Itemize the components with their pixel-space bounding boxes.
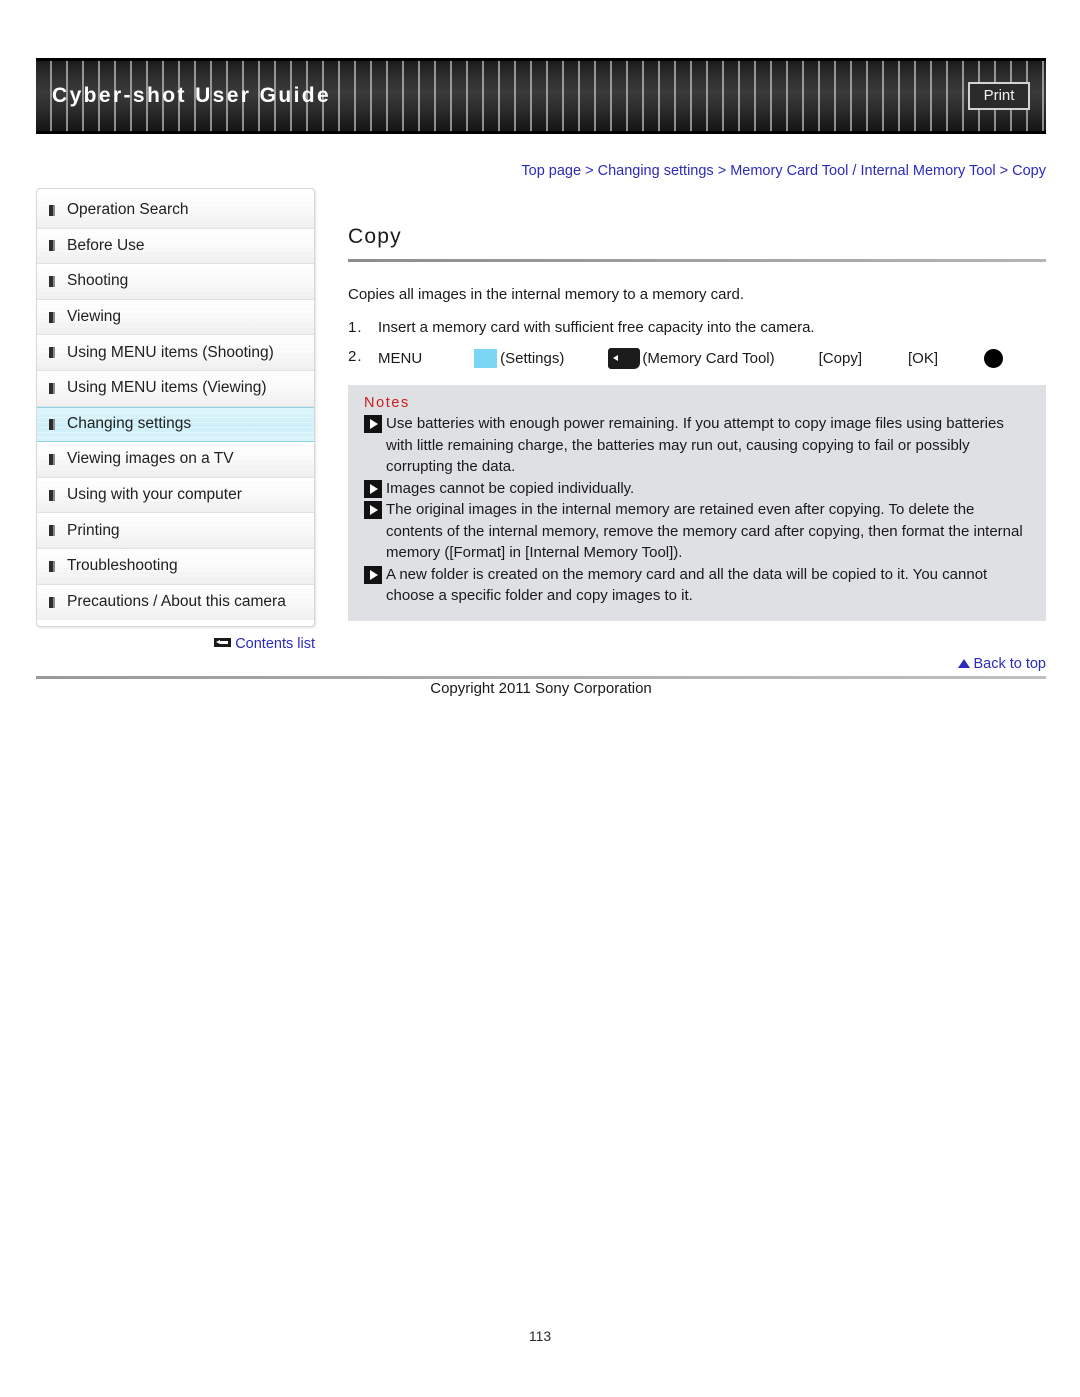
footer-divider (36, 676, 1046, 679)
contents-list-link[interactable]: Contents list (36, 636, 315, 652)
note-text: Images cannot be copied individually. (386, 479, 635, 497)
sidebar-item-label: Viewing (67, 308, 122, 326)
breadcrumb: Top page > Changing settings > Memory Ca… (36, 163, 1046, 179)
play-triangle-icon (364, 501, 382, 519)
sidebar-item-label: Using with your computer (67, 486, 242, 504)
sidebar-item-label: Viewing images on a TV (67, 450, 234, 468)
settings-square-icon (474, 349, 498, 368)
sidebar-item-changing-settings[interactable]: Changing settings (37, 406, 314, 443)
breadcrumb-separator: > (717, 163, 727, 179)
bullet-icon (49, 204, 55, 216)
sidebar-item-using-menu-items-shooting[interactable]: Using MENU items (Shooting) (37, 335, 314, 371)
play-triangle-icon (364, 479, 382, 498)
menu-path-row: MENU (Settings) (Memory Card Tool) [Copy… (378, 348, 1004, 369)
step-1: 1. Insert a memory card with sufficient … (348, 319, 1046, 336)
sidebar-item-using-with-your-computer[interactable]: Using with your computer (37, 477, 314, 514)
note-text: A new folder is created on the memory ca… (386, 565, 988, 605)
note-item: Images cannot be copied individually. (364, 478, 1032, 500)
note-text: The original images in the internal memo… (386, 501, 1023, 561)
sidebar-item-viewing-images-on-a-tv[interactable]: Viewing images on a TV (37, 442, 314, 478)
page-number: 113 (528, 1328, 552, 1344)
main-content: Copy Copies all images in the internal m… (348, 225, 1046, 621)
step-text: Insert a memory card with sufficient fre… (378, 319, 815, 336)
sidebar-item-precautions-about-this-camera[interactable]: Precautions / About this camera (37, 584, 314, 621)
sidebar-item-label: Operation Search (67, 201, 189, 219)
breadcrumb-item-3: Copy (1012, 163, 1046, 179)
sidebar-item-label: Using MENU items (Viewing) (67, 379, 267, 397)
breadcrumb-item-2[interactable]: Memory Card Tool / Internal Memory Tool (730, 163, 995, 179)
black-circle-icon (984, 349, 1004, 368)
note-item: A new folder is created on the memory ca… (364, 564, 1032, 607)
breadcrumb-item-1[interactable]: Changing settings (598, 163, 714, 179)
settings-label: (Settings) (500, 350, 565, 367)
sidebar-item-label: Before Use (67, 236, 145, 254)
copy-menu-label: [Copy] (818, 350, 862, 367)
page-title: Copy (348, 225, 402, 248)
print-button[interactable]: Print (968, 82, 1030, 110)
sidebar-item-label: Changing settings (67, 415, 192, 433)
up-triangle-icon (958, 659, 971, 668)
play-triangle-icon (364, 565, 382, 584)
memory-card-icon (608, 348, 641, 369)
bullet-icon (49, 275, 55, 287)
memory-card-tool-label: (Memory Card Tool) (642, 350, 775, 367)
app-title: Cyber-shot User Guide (52, 84, 332, 107)
sidebar-item-using-menu-items-viewing[interactable]: Using MENU items (Viewing) (37, 370, 314, 407)
sidebar-item-label: Using MENU items (Shooting) (67, 343, 274, 361)
header-banner: Cyber-shot User Guide Print (36, 58, 1046, 134)
sidebar-item-viewing[interactable]: Viewing (37, 299, 314, 336)
sidebar-item-shooting[interactable]: Shooting (37, 264, 314, 300)
breadcrumb-item-0[interactable]: Top page (521, 163, 581, 179)
note-text: Use batteries with enough power remainin… (386, 415, 1004, 475)
sidebar-item-troubleshooting[interactable]: Troubleshooting (37, 548, 314, 585)
note-item: The original images in the internal memo… (364, 499, 1032, 564)
breadcrumb-separator: > (585, 163, 594, 179)
sidebar-item-label: Troubleshooting (67, 557, 178, 575)
title-divider (348, 259, 1046, 262)
sidebar-item-printing[interactable]: Printing (37, 513, 314, 549)
notes-heading: Notes (364, 395, 410, 411)
sidebar-nav: Operation Search Before Use Shooting Vie… (36, 188, 315, 628)
bullet-icon (49, 453, 55, 465)
bullet-icon (49, 311, 55, 323)
breadcrumb-separator: > (999, 163, 1009, 179)
sidebar-item-before-use[interactable]: Before Use (37, 228, 314, 265)
note-item: Use batteries with enough power remainin… (364, 413, 1032, 478)
bullet-icon (49, 382, 55, 394)
contents-list-label: Contents list (235, 636, 315, 652)
back-to-top-link[interactable]: Back to top (348, 656, 1046, 672)
bullet-icon (49, 560, 55, 572)
ok-menu-label: [OK] (908, 350, 939, 367)
sidebar-item-label: Shooting (67, 272, 129, 290)
left-arrow-box-icon (214, 638, 232, 647)
intro-text: Copies all images in the internal memory… (348, 286, 744, 303)
sidebar-item-operation-search[interactable]: Operation Search (37, 193, 314, 229)
notes-box: Notes Use batteries with enough power re… (348, 385, 1046, 621)
back-to-top-label: Back to top (973, 656, 1046, 672)
bullet-icon (49, 240, 55, 252)
menu-button-label: MENU (378, 350, 423, 367)
sidebar-item-label: Printing (67, 521, 120, 539)
copyright-text: Copyright 2011 Sony Corporation (430, 680, 652, 697)
step-2: 2. MENU (Settings) (Memory Card Tool) [C… (348, 348, 1046, 369)
bullet-icon (49, 418, 55, 430)
bullet-icon (49, 525, 55, 537)
bullet-icon (49, 596, 55, 608)
bullet-icon (49, 489, 55, 501)
page-root: Cyber-shot User Guide Print Top page > C… (0, 0, 1080, 1397)
sidebar-item-label: Precautions / About this camera (67, 593, 286, 611)
step-number: 2. (348, 348, 363, 365)
bullet-icon (49, 347, 55, 359)
step-number: 1. (348, 319, 363, 336)
play-triangle-icon (364, 415, 382, 433)
